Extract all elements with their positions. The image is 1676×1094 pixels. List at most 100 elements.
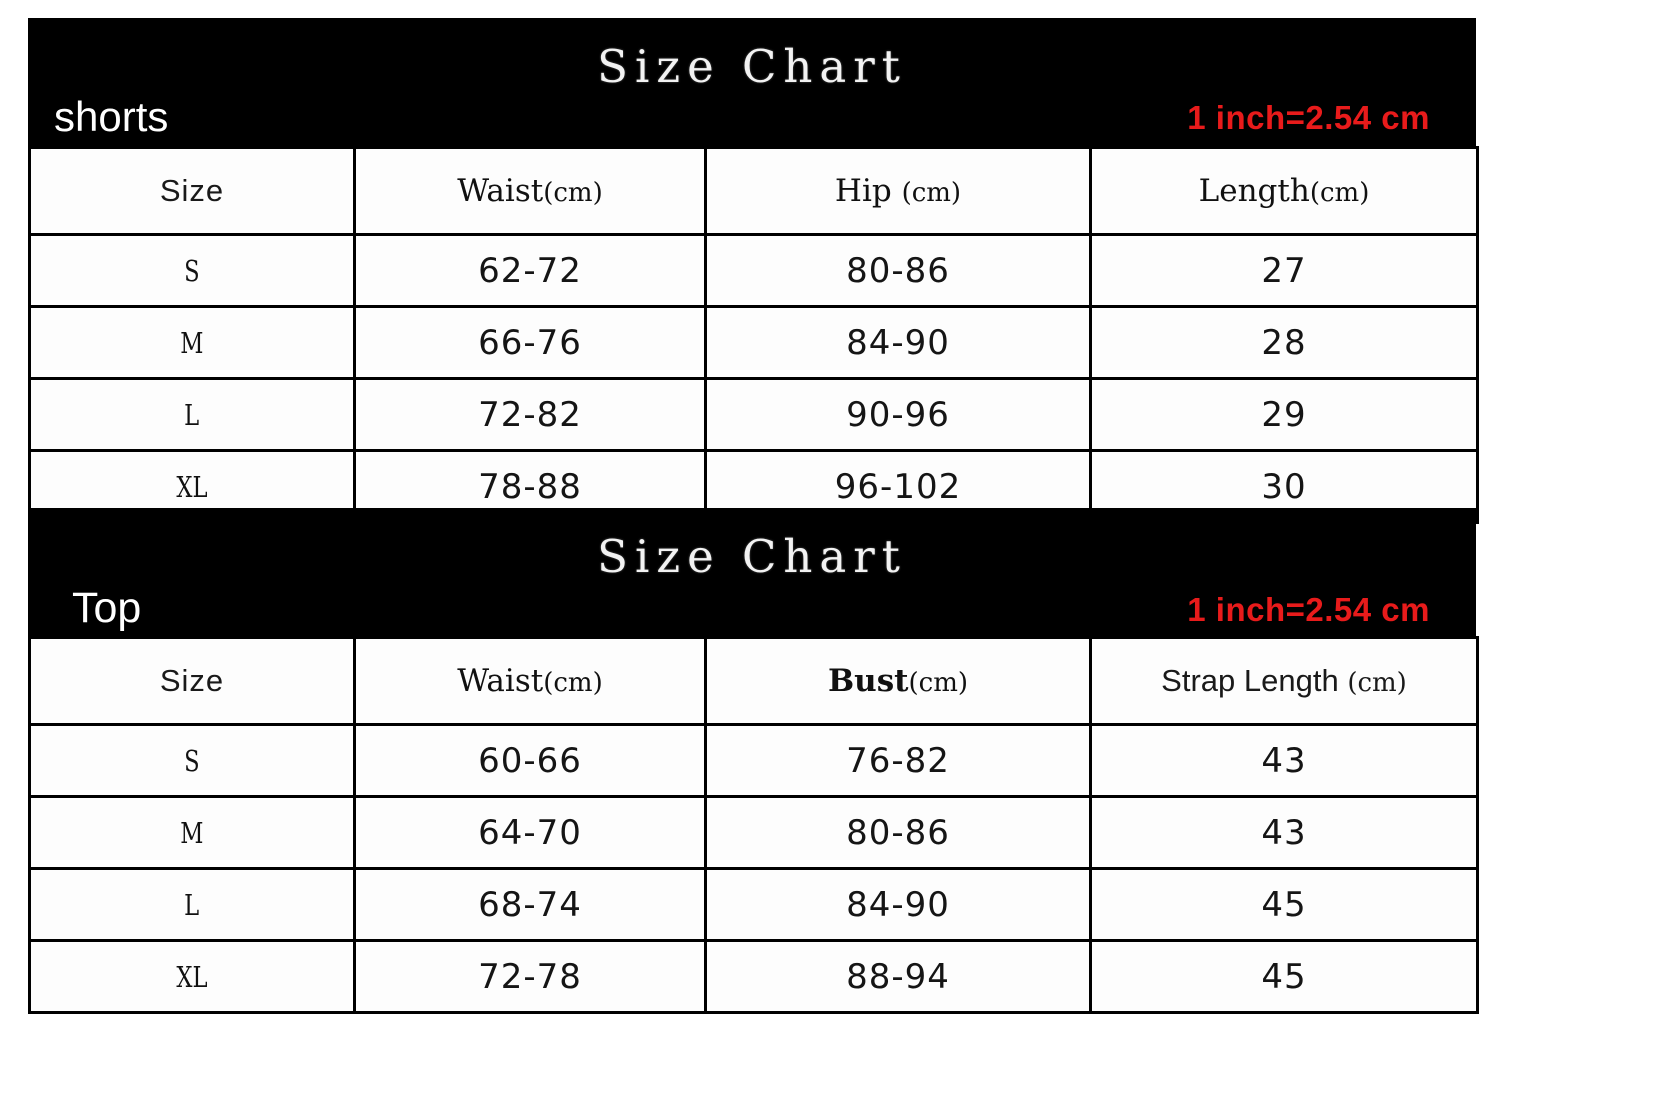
strap-length-value: 43 — [1261, 812, 1307, 853]
size-chart-top: Size Chart Top 1 inch=2.54 cm Size Waist… — [28, 508, 1479, 1014]
strap-length-value: 45 — [1261, 884, 1307, 925]
cell-waist: 62-72 — [353, 233, 707, 308]
size-value: M — [180, 325, 204, 360]
length-value: 29 — [1261, 394, 1307, 435]
waist-value: 72-82 — [478, 394, 582, 435]
unit-conversion-note-shorts: 1 inch=2.54 cm — [1187, 99, 1430, 136]
chart-title-top: Size Chart — [597, 530, 907, 583]
size-value: S — [184, 743, 200, 778]
cell-length: 28 — [1089, 305, 1479, 380]
cell-waist: 68-74 — [353, 867, 707, 942]
hip-value: 80-86 — [846, 250, 950, 291]
col-header-bust-label: Bust(cm) — [828, 663, 968, 699]
col-header-waist-label: Waist(cm) — [457, 173, 602, 209]
col-header-waist-text: Waist — [457, 663, 544, 699]
size-value: XL — [176, 469, 208, 504]
cell-strap-length: 43 — [1089, 723, 1479, 798]
col-header-hip-unit: (cm) — [901, 178, 962, 208]
cell-size: M — [28, 795, 356, 870]
col-header-size-label: Size — [159, 663, 225, 698]
waist-value: 72-78 — [478, 956, 582, 997]
col-header-size: Size — [28, 636, 356, 726]
length-value: 27 — [1261, 250, 1307, 291]
length-value: 30 — [1261, 466, 1307, 507]
hip-value: 96-102 — [834, 466, 962, 507]
waist-value: 68-74 — [478, 884, 582, 925]
cell-size: M — [28, 305, 356, 380]
size-value: S — [184, 253, 200, 288]
cell-strap-length: 45 — [1089, 939, 1479, 1014]
cell-bust: 84-90 — [704, 867, 1092, 942]
col-header-waist-unit: (cm) — [543, 668, 603, 698]
table-top: Size Waist(cm) Bust(cm) Strap Length (cm… — [28, 636, 1479, 1014]
col-header-strap-length-label: Strap Length (cm) — [1161, 663, 1407, 698]
bust-value: 88-94 — [846, 956, 950, 997]
cell-bust: 80-86 — [704, 795, 1092, 870]
bust-value: 80-86 — [846, 812, 950, 853]
waist-value: 66-76 — [478, 322, 582, 363]
banner-top: Size Chart Top 1 inch=2.54 cm — [28, 508, 1476, 636]
waist-value: 64-70 — [478, 812, 582, 853]
cell-strap-length: 43 — [1089, 795, 1479, 870]
cell-size: S — [28, 233, 356, 308]
cell-size: S — [28, 723, 356, 798]
cell-waist: 60-66 — [353, 723, 707, 798]
col-header-waist-unit: (cm) — [543, 178, 603, 208]
col-header-length-label: Length(cm) — [1199, 173, 1370, 209]
col-header-bust-unit: (cm) — [908, 668, 969, 698]
cell-hip: 84-90 — [704, 305, 1092, 380]
cell-waist: 64-70 — [353, 795, 707, 870]
cell-length: 29 — [1089, 377, 1479, 452]
cell-hip: 80-86 — [704, 233, 1092, 308]
col-header-waist: Waist(cm) — [353, 146, 707, 236]
unit-conversion-note-top: 1 inch=2.54 cm — [1187, 591, 1430, 628]
cell-bust: 76-82 — [704, 723, 1092, 798]
table-row: S 62-72 80-86 27 — [28, 233, 1479, 308]
cell-bust: 88-94 — [704, 939, 1092, 1014]
col-header-hip: Hip (cm) — [704, 146, 1092, 236]
table-row: M 64-70 80-86 43 — [28, 795, 1479, 870]
waist-value: 62-72 — [478, 250, 582, 291]
size-value: XL — [176, 959, 208, 994]
waist-value: 78-88 — [478, 466, 582, 507]
strap-length-value: 43 — [1261, 740, 1307, 781]
table-row: M 66-76 84-90 28 — [28, 305, 1479, 380]
cell-waist: 72-78 — [353, 939, 707, 1014]
bust-value: 84-90 — [846, 884, 950, 925]
col-header-waist: Waist(cm) — [353, 636, 707, 726]
size-value: L — [184, 887, 200, 922]
size-value: M — [180, 815, 204, 850]
length-value: 28 — [1261, 322, 1307, 363]
table-row: L 68-74 84-90 45 — [28, 867, 1479, 942]
col-header-strap-length: Strap Length (cm) — [1089, 636, 1479, 726]
col-header-strap-length-unit: (cm) — [1347, 668, 1407, 698]
size-chart-page: Size Chart shorts 1 inch=2.54 cm Size Wa… — [0, 0, 1676, 1094]
bust-value: 76-82 — [846, 740, 950, 781]
col-header-strap-length-text: Strap Length — [1161, 663, 1348, 698]
cell-size: L — [28, 867, 356, 942]
col-header-size-label: Size — [159, 173, 225, 208]
cell-waist: 66-76 — [353, 305, 707, 380]
table-shorts: Size Waist(cm) Hip (cm) Length(cm) S 62-… — [28, 146, 1479, 524]
hip-value: 90-96 — [846, 394, 950, 435]
col-header-waist-text: Waist — [457, 173, 544, 209]
table-header-row: Size Waist(cm) Bust(cm) Strap Length (cm… — [28, 636, 1479, 726]
cell-size: L — [28, 377, 356, 452]
table-row: L 72-82 90-96 29 — [28, 377, 1479, 452]
banner-shorts: Size Chart shorts 1 inch=2.54 cm — [28, 18, 1476, 146]
col-header-bust: Bust(cm) — [704, 636, 1092, 726]
table-row: XL 72-78 88-94 45 — [28, 939, 1479, 1014]
col-header-length-text: Length — [1198, 173, 1310, 209]
col-header-bust-text: Bust — [827, 663, 909, 699]
strap-length-value: 45 — [1261, 956, 1307, 997]
size-chart-shorts: Size Chart shorts 1 inch=2.54 cm Size Wa… — [28, 18, 1479, 524]
chart-category-shorts: shorts — [54, 93, 169, 140]
cell-length: 27 — [1089, 233, 1479, 308]
col-header-hip-text: Hip — [834, 173, 902, 209]
col-header-waist-label: Waist(cm) — [457, 663, 602, 699]
col-header-hip-label: Hip (cm) — [835, 173, 961, 209]
col-header-size: Size — [28, 146, 356, 236]
chart-title-shorts: Size Chart — [597, 40, 907, 93]
col-header-length-unit: (cm) — [1309, 178, 1370, 208]
table-header-row: Size Waist(cm) Hip (cm) Length(cm) — [28, 146, 1479, 236]
